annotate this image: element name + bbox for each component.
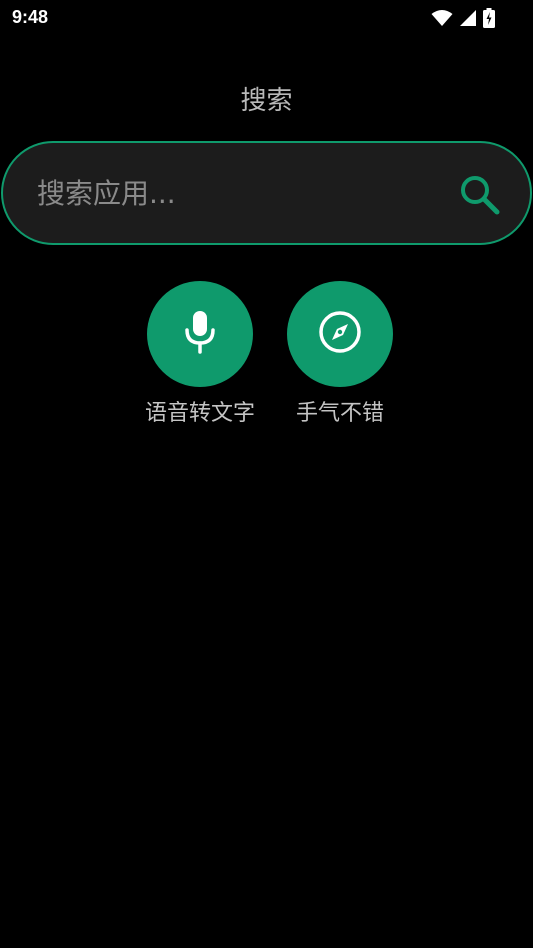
search-input[interactable] xyxy=(37,171,437,215)
status-icons xyxy=(431,8,495,28)
page-title: 搜索 xyxy=(240,86,293,116)
feeling-lucky-button[interactable]: 手气不错 xyxy=(270,281,410,427)
search-bar[interactable] xyxy=(1,141,532,245)
status-bar: 9:48 xyxy=(0,0,533,36)
lucky-circle[interactable] xyxy=(287,281,393,387)
voice-circle[interactable] xyxy=(147,281,253,387)
search-screen: 9:48 搜索 搜索应用... 语音转文字 手气不错 xyxy=(0,0,533,948)
battery-charging-icon xyxy=(483,8,495,28)
feeling-lucky-label: 手气不错 xyxy=(295,401,384,426)
search-icon[interactable] xyxy=(458,173,502,217)
compass-icon xyxy=(317,309,363,359)
voice-to-text-button[interactable]: 语音转文字 xyxy=(130,281,270,427)
wifi-icon xyxy=(431,9,453,27)
status-time: 9:48 xyxy=(12,7,49,27)
microphone-icon xyxy=(180,309,220,359)
voice-to-text-label: 语音转文字 xyxy=(144,401,255,426)
signal-icon xyxy=(459,9,477,27)
